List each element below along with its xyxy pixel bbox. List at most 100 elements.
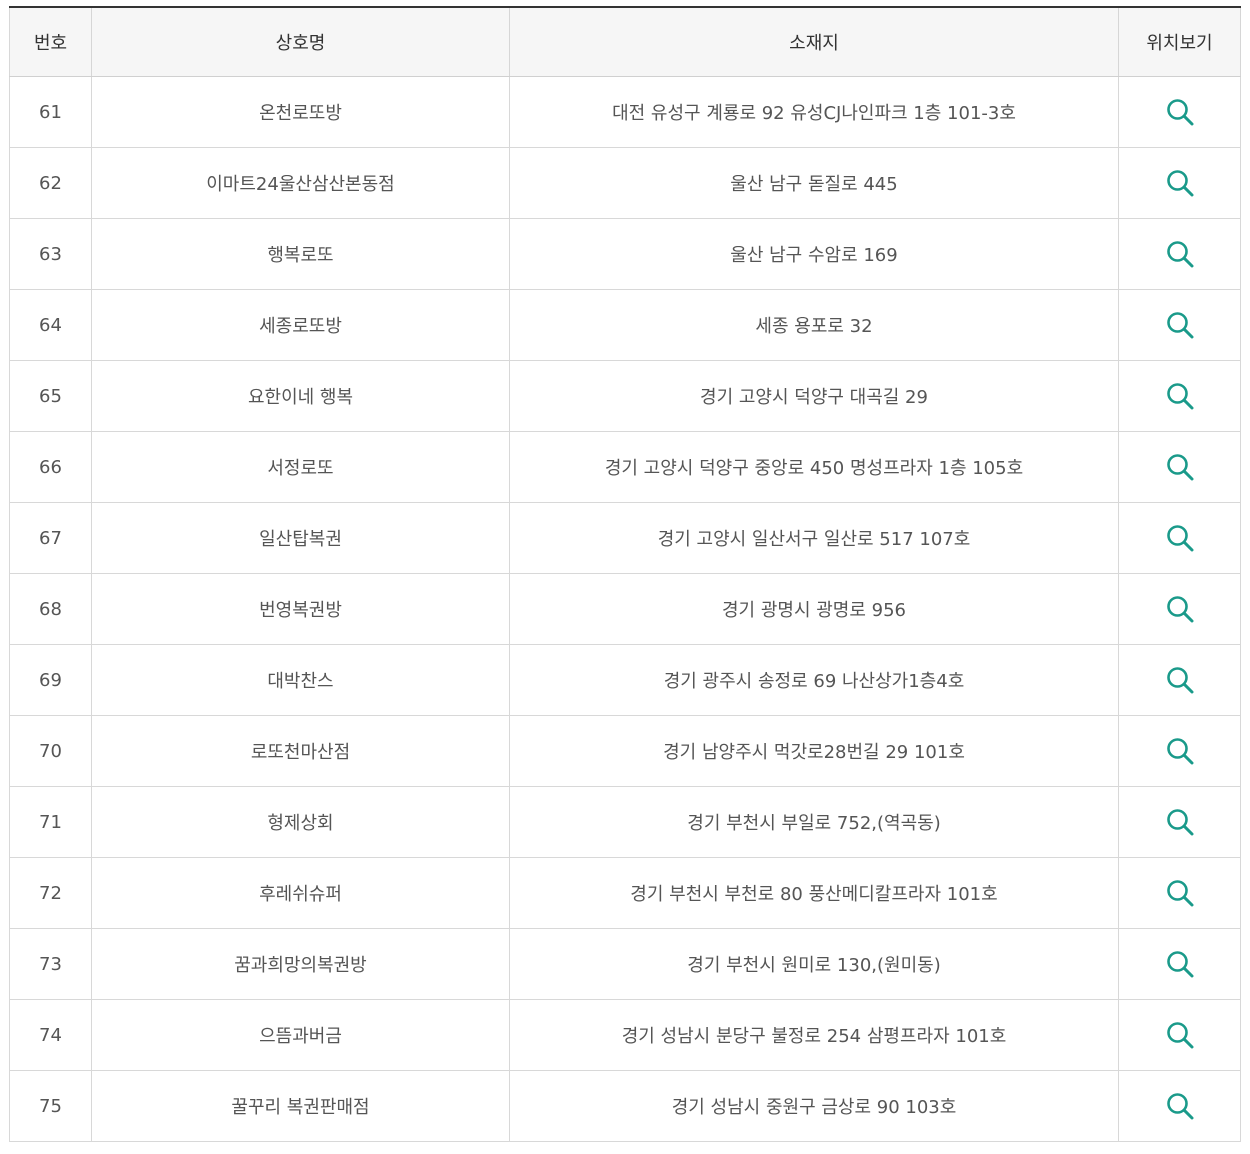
view-location-button[interactable] — [1164, 167, 1196, 199]
row-location-cell — [1118, 218, 1241, 290]
search-icon — [1166, 99, 1193, 126]
row-address: 경기 부천시 부천로 80 풍산메디칼프라자 101호 — [509, 857, 1119, 929]
view-location-button[interactable] — [1164, 877, 1196, 909]
row-store-name: 대박찬스 — [91, 644, 510, 716]
table-row: 74 으뜸과버금 경기 성남시 분당구 불정로 254 삼평프라자 101호 — [9, 999, 1241, 1071]
row-address: 경기 고양시 덕양구 중앙로 450 명성프라자 1층 105호 — [509, 431, 1119, 503]
store-table: 번호 상호명 소재지 위치보기 61 온천로또방 대전 유성구 계룡로 92 유… — [9, 6, 1241, 1142]
view-location-button[interactable] — [1164, 451, 1196, 483]
table-row: 66 서정로또 경기 고양시 덕양구 중앙로 450 명성프라자 1층 105호 — [9, 431, 1241, 503]
row-number: 61 — [9, 76, 92, 148]
table-row: 71 형제상회 경기 부천시 부일로 752,(역곡동) — [9, 786, 1241, 858]
view-location-button[interactable] — [1164, 948, 1196, 980]
row-number: 64 — [9, 289, 92, 361]
view-location-button[interactable] — [1164, 1019, 1196, 1051]
search-icon — [1166, 1022, 1193, 1049]
table-row: 73 꿈과희망의복권방 경기 부천시 원미로 130,(원미동) — [9, 928, 1241, 1000]
view-location-button[interactable] — [1164, 96, 1196, 128]
search-icon — [1166, 454, 1193, 481]
store-table-container: 번호 상호명 소재지 위치보기 61 온천로또방 대전 유성구 계룡로 92 유… — [9, 6, 1241, 1142]
row-address: 울산 남구 수암로 169 — [509, 218, 1119, 290]
search-icon — [1166, 738, 1193, 765]
search-icon — [1166, 241, 1193, 268]
row-address: 경기 고양시 덕양구 대곡길 29 — [509, 360, 1119, 432]
row-address: 울산 남구 돋질로 445 — [509, 147, 1119, 219]
row-store-name: 서정로또 — [91, 431, 510, 503]
row-location-cell — [1118, 644, 1241, 716]
row-location-cell — [1118, 928, 1241, 1000]
row-address: 경기 남양주시 먹갓로28번길 29 101호 — [509, 715, 1119, 787]
row-number: 73 — [9, 928, 92, 1000]
row-number: 67 — [9, 502, 92, 574]
table-row: 61 온천로또방 대전 유성구 계룡로 92 유성CJ나인파크 1층 101-3… — [9, 76, 1241, 148]
row-number: 70 — [9, 715, 92, 787]
search-icon — [1166, 809, 1193, 836]
table-row: 69 대박찬스 경기 광주시 송정로 69 나산상가1층4호 — [9, 644, 1241, 716]
row-number: 72 — [9, 857, 92, 929]
view-location-button[interactable] — [1164, 735, 1196, 767]
table-row: 75 꿀꾸리 복권판매점 경기 성남시 중원구 금상로 90 103호 — [9, 1070, 1241, 1142]
search-icon — [1166, 880, 1193, 907]
row-address: 세종 용포로 32 — [509, 289, 1119, 361]
row-address: 경기 성남시 중원구 금상로 90 103호 — [509, 1070, 1119, 1142]
row-location-cell — [1118, 76, 1241, 148]
table-row: 65 요한이네 행복 경기 고양시 덕양구 대곡길 29 — [9, 360, 1241, 432]
table-row: 67 일산탑복권 경기 고양시 일산서구 일산로 517 107호 — [9, 502, 1241, 574]
table-row: 68 번영복권방 경기 광명시 광명로 956 — [9, 573, 1241, 645]
row-address: 경기 광명시 광명로 956 — [509, 573, 1119, 645]
view-location-button[interactable] — [1164, 593, 1196, 625]
header-location: 위치보기 — [1118, 7, 1241, 77]
row-location-cell — [1118, 502, 1241, 574]
row-store-name: 이마트24울산삼산본동점 — [91, 147, 510, 219]
row-address: 경기 고양시 일산서구 일산로 517 107호 — [509, 502, 1119, 574]
row-location-cell — [1118, 857, 1241, 929]
row-location-cell — [1118, 289, 1241, 361]
search-icon — [1166, 1093, 1193, 1120]
row-store-name: 로또천마산점 — [91, 715, 510, 787]
header-address: 소재지 — [509, 7, 1119, 77]
row-location-cell — [1118, 573, 1241, 645]
row-number: 74 — [9, 999, 92, 1071]
view-location-button[interactable] — [1164, 806, 1196, 838]
view-location-button[interactable] — [1164, 1090, 1196, 1122]
row-location-cell — [1118, 147, 1241, 219]
row-location-cell — [1118, 715, 1241, 787]
row-store-name: 행복로또 — [91, 218, 510, 290]
row-number: 65 — [9, 360, 92, 432]
view-location-button[interactable] — [1164, 309, 1196, 341]
row-address: 경기 광주시 송정로 69 나산상가1층4호 — [509, 644, 1119, 716]
row-number: 75 — [9, 1070, 92, 1142]
row-number: 62 — [9, 147, 92, 219]
table-row: 64 세종로또방 세종 용포로 32 — [9, 289, 1241, 361]
row-store-name: 후레쉬슈퍼 — [91, 857, 510, 929]
row-number: 71 — [9, 786, 92, 858]
row-store-name: 꿈과희망의복권방 — [91, 928, 510, 1000]
table-body: 61 온천로또방 대전 유성구 계룡로 92 유성CJ나인파크 1층 101-3… — [9, 76, 1241, 1142]
row-number: 66 — [9, 431, 92, 503]
view-location-button[interactable] — [1164, 238, 1196, 270]
row-number: 68 — [9, 573, 92, 645]
search-icon — [1166, 667, 1193, 694]
view-location-button[interactable] — [1164, 522, 1196, 554]
table-row: 63 행복로또 울산 남구 수암로 169 — [9, 218, 1241, 290]
row-store-name: 번영복권방 — [91, 573, 510, 645]
row-store-name: 꿀꾸리 복권판매점 — [91, 1070, 510, 1142]
row-location-cell — [1118, 999, 1241, 1071]
header-number: 번호 — [9, 7, 92, 77]
row-location-cell — [1118, 431, 1241, 503]
header-store-name: 상호명 — [91, 7, 510, 77]
row-address: 경기 부천시 부일로 752,(역곡동) — [509, 786, 1119, 858]
row-store-name: 요한이네 행복 — [91, 360, 510, 432]
header-row: 번호 상호명 소재지 위치보기 — [9, 7, 1241, 77]
view-location-button[interactable] — [1164, 664, 1196, 696]
table-row: 62 이마트24울산삼산본동점 울산 남구 돋질로 445 — [9, 147, 1241, 219]
search-icon — [1166, 383, 1193, 410]
row-address: 경기 부천시 원미로 130,(원미동) — [509, 928, 1119, 1000]
table-row: 72 후레쉬슈퍼 경기 부천시 부천로 80 풍산메디칼프라자 101호 — [9, 857, 1241, 929]
search-icon — [1166, 312, 1193, 339]
table-row: 70 로또천마산점 경기 남양주시 먹갓로28번길 29 101호 — [9, 715, 1241, 787]
row-address: 대전 유성구 계룡로 92 유성CJ나인파크 1층 101-3호 — [509, 76, 1119, 148]
table-header: 번호 상호명 소재지 위치보기 — [9, 7, 1241, 77]
row-number: 69 — [9, 644, 92, 716]
view-location-button[interactable] — [1164, 380, 1196, 412]
